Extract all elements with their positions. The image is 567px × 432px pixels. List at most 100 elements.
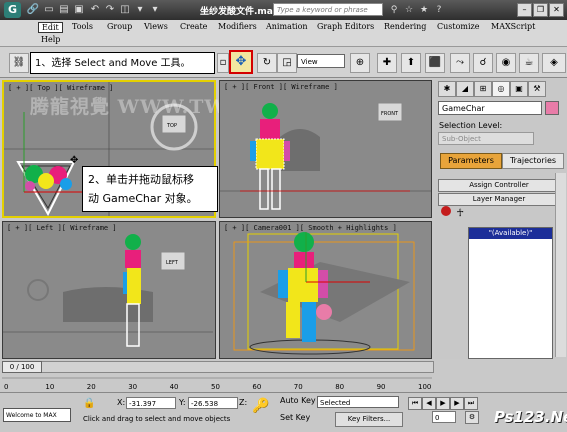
parameters-button[interactable]: Parameters: [440, 153, 502, 169]
menu-animation[interactable]: Animation: [266, 22, 308, 31]
key-icon[interactable]: 🔑: [252, 398, 269, 414]
maxscript-listener[interactable]: Welcome to MAX: [3, 408, 71, 422]
object-name-field[interactable]: GameChar: [438, 101, 542, 115]
workspace-icon[interactable]: ▾: [148, 3, 162, 17]
link-icon[interactable]: 🔗: [26, 3, 40, 17]
reference-coord-dropdown[interactable]: View: [297, 54, 345, 68]
modify-tab-icon[interactable]: ◢: [456, 81, 474, 97]
lock-selection-icon[interactable]: 🔒: [83, 398, 95, 409]
mirror-icon[interactable]: ⬆: [401, 53, 421, 73]
project-folder-icon[interactable]: ◫: [118, 3, 132, 17]
layer-available-item[interactable]: "(Available)": [469, 228, 552, 239]
key-filters-button[interactable]: Key Filters...: [335, 412, 403, 427]
menu-modifiers[interactable]: Modifiers: [218, 22, 257, 31]
menu-group[interactable]: Group: [107, 22, 132, 31]
x-coordinate-field[interactable]: -31.397: [126, 397, 176, 409]
save-icon[interactable]: ▣: [72, 3, 86, 17]
menu-create[interactable]: Create: [180, 22, 207, 31]
y-coordinate-field[interactable]: -26.538: [188, 397, 238, 409]
object-color-swatch[interactable]: [545, 101, 559, 115]
favorites-icon[interactable]: ★: [417, 3, 431, 17]
viewport-camera[interactable]: [ + ][ Camera001 ][ Smooth + Highlights …: [219, 221, 432, 359]
select-region-icon[interactable]: ▫: [217, 53, 229, 73]
schematic-view-icon[interactable]: ☌: [473, 53, 493, 73]
time-config-icon[interactable]: ⚙: [465, 411, 479, 424]
rotate-icon[interactable]: ↻: [257, 53, 277, 73]
help-icon[interactable]: ?: [432, 3, 446, 17]
trackbar-tick-label: 60: [252, 383, 262, 391]
material-editor-icon[interactable]: ◉: [496, 53, 516, 73]
menu-views[interactable]: Views: [144, 22, 168, 31]
menu-bar: Edit Tools Group Views Create Modifiers …: [0, 20, 567, 47]
go-to-start-icon[interactable]: ⏮: [408, 397, 422, 410]
prompt-line: Click and drag to select and move object…: [83, 415, 231, 423]
restore-icon[interactable]: ❐: [533, 3, 548, 17]
render-setup-icon[interactable]: ☕: [519, 53, 539, 73]
new-file-icon[interactable]: ▭: [42, 3, 56, 17]
step2-line1: 2、单击并拖动鼠标移: [88, 173, 194, 186]
motion-tab-icon[interactable]: ◎: [492, 81, 510, 97]
time-slider-track[interactable]: [2, 361, 434, 373]
go-to-end-icon[interactable]: ⏭: [464, 397, 478, 410]
key-mode-dropdown[interactable]: Selected: [317, 396, 399, 408]
assign-controller-rollout[interactable]: Assign Controller: [438, 179, 560, 192]
current-frame-field[interactable]: 0: [432, 411, 456, 423]
search-input[interactable]: Type a keyword or phrase: [273, 3, 383, 16]
menu-graph-editors[interactable]: Graph Editors: [317, 22, 374, 31]
record-icon[interactable]: [441, 206, 451, 216]
set-key-button[interactable]: Set Key: [280, 413, 310, 422]
align-icon[interactable]: ⬛: [425, 53, 445, 73]
step1-callout: 1、选择 Select and Move 工具。: [30, 52, 215, 74]
trackbar-tick-label: 30: [128, 383, 138, 391]
layer-manager-rollout[interactable]: Layer Manager: [438, 193, 560, 206]
menu-maxscript[interactable]: MAXScript: [491, 22, 535, 31]
hierarchy-tab-icon[interactable]: ⊞: [474, 81, 492, 97]
menu-help[interactable]: Help: [41, 35, 60, 44]
trajectories-button[interactable]: Trajectories: [502, 153, 564, 169]
trackbar-tick-label: 10: [45, 383, 55, 391]
subscription-icon[interactable]: ☆: [402, 3, 416, 17]
close-icon[interactable]: ✕: [549, 3, 564, 17]
scale-icon[interactable]: ◲: [277, 53, 297, 73]
display-tab-icon[interactable]: ▣: [510, 81, 528, 97]
prev-frame-icon[interactable]: ◀: [422, 397, 436, 410]
step2-callout: 2、单击并拖动鼠标移 动 GameChar 对象。: [82, 166, 218, 212]
utilities-tab-icon[interactable]: ⚒: [528, 81, 546, 97]
panel-scrollbar[interactable]: [555, 173, 566, 357]
app-logo-icon[interactable]: G: [4, 2, 21, 18]
create-tab-icon[interactable]: ✱: [438, 81, 456, 97]
next-frame-icon[interactable]: ▶: [450, 397, 464, 410]
trackbar-tick-label: 90: [376, 383, 386, 391]
quick-access-dropdown-icon[interactable]: ▾: [133, 3, 147, 17]
curve-editor-icon[interactable]: ⤳: [450, 53, 470, 73]
search-icon[interactable]: ⚲: [387, 3, 401, 17]
minimize-icon[interactable]: –: [517, 3, 532, 17]
trackbar-tick-label: 80: [335, 383, 345, 391]
pivot-center-icon[interactable]: ⊕: [350, 53, 370, 73]
layer-list[interactable]: "(Available)": [468, 227, 553, 359]
step2-line2: 动 GameChar 对象。: [88, 192, 198, 205]
z-label: Z:: [239, 398, 248, 407]
open-folder-icon[interactable]: ▤: [57, 3, 71, 17]
menu-customize[interactable]: Customize: [437, 22, 480, 31]
viewport-front[interactable]: [ + ][ Front ][ Wireframe ] FRONT: [219, 80, 432, 218]
menu-edit[interactable]: Edit: [38, 22, 63, 33]
time-slider-handle[interactable]: 0 / 100: [2, 361, 42, 373]
auto-key-button[interactable]: Auto Key: [280, 396, 316, 405]
menu-rendering[interactable]: Rendering: [384, 22, 426, 31]
select-link-icon[interactable]: ⛓: [9, 53, 29, 73]
snap-icon[interactable]: ✚: [377, 53, 397, 73]
selection-level-label: Selection Level:: [439, 121, 503, 130]
brand-watermark: Ps123.Net: [494, 408, 567, 426]
viewport-left[interactable]: [ + ][ Left ][ Wireframe ] LEFT: [2, 221, 216, 359]
play-icon[interactable]: ▶: [436, 397, 450, 410]
select-and-move-button[interactable]: ✥: [229, 50, 253, 74]
sub-object-dropdown[interactable]: Sub-Object: [438, 132, 534, 145]
redo-icon[interactable]: ↷: [103, 3, 117, 17]
trackbar-tick-label: 0: [4, 383, 9, 391]
biped-icon[interactable]: ☥: [457, 208, 464, 219]
trackbar-tick-label: 20: [86, 383, 96, 391]
undo-icon[interactable]: ↶: [88, 3, 102, 17]
render-icon[interactable]: ◈: [542, 53, 566, 73]
menu-tools[interactable]: Tools: [72, 22, 93, 31]
